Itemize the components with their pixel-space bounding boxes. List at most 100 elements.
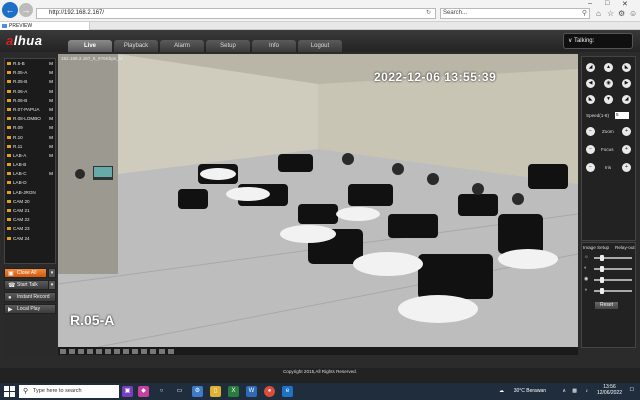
maximize-icon[interactable]: □	[605, 0, 609, 7]
focus-far-icon[interactable]: +	[622, 145, 631, 154]
menu-logout[interactable]: Logout	[298, 40, 342, 52]
weather-text[interactable]: 30°C Berawan	[514, 388, 546, 394]
favorites-icon[interactable]: ☆	[607, 9, 614, 18]
speed-select[interactable]: 5	[615, 112, 629, 119]
camera-list-item[interactable]: R.07-PAPUA M	[5, 105, 55, 114]
refresh-icon[interactable]: ↻	[426, 9, 431, 18]
browser-tab-preview[interactable]: PREVIEW	[0, 22, 90, 30]
talking-dropdown[interactable]: ∨ Talking:	[563, 33, 633, 49]
window-16-layout-icon[interactable]	[87, 348, 93, 354]
camera-list-item[interactable]: R.11 M	[5, 142, 55, 151]
notifications-icon[interactable]: ☐	[630, 387, 634, 393]
ptz-up-left-icon[interactable]: ◢	[586, 63, 595, 72]
contrast-slider[interactable]	[594, 266, 632, 272]
clock[interactable]: 13:56 12/06/2022	[597, 384, 622, 396]
close-all-button[interactable]: ▣ Close All	[4, 268, 47, 278]
saturation-slider[interactable]	[594, 277, 632, 283]
settings-gear-icon[interactable]: ⚙	[618, 9, 625, 18]
zoom-in-icon[interactable]: +	[622, 127, 631, 136]
contrast-slider-knob[interactable]	[600, 266, 604, 272]
hue-slider[interactable]	[594, 288, 632, 294]
chrome-icon[interactable]: ●	[264, 386, 275, 397]
reset-button[interactable]: Reset	[594, 301, 619, 310]
camera-list-item[interactable]: LAB-C M	[5, 169, 55, 178]
weather-icon[interactable]: ☁	[499, 388, 504, 394]
start-talk-dropdown[interactable]: ▾	[48, 280, 56, 290]
local-play-button[interactable]: ▶ Local Play	[4, 304, 56, 314]
menu-playback[interactable]: Playback	[114, 40, 158, 52]
iris-close-icon[interactable]: −	[586, 163, 595, 172]
windows-start-icon[interactable]	[4, 386, 15, 397]
menu-info[interactable]: Info	[252, 40, 296, 52]
volume-icon[interactable]: ♪	[586, 388, 589, 394]
settings-app-icon[interactable]: ⚙	[192, 386, 203, 397]
smiley-icon[interactable]: ☺	[629, 9, 637, 18]
camera-list-item[interactable]: CAM 21	[5, 206, 55, 215]
camera-list-item[interactable]: LAB-D	[5, 178, 55, 187]
record-toggle-icon[interactable]	[132, 348, 138, 354]
camera-list-item[interactable]: CAM 20	[5, 197, 55, 206]
camera-list-item[interactable]: R.5-B M	[5, 59, 55, 68]
ptz-down-icon[interactable]: ▼	[604, 95, 613, 104]
camera-list-item[interactable]: R.06-B M	[5, 96, 55, 105]
iris-open-icon[interactable]: +	[622, 163, 631, 172]
window-9-layout-icon[interactable]	[78, 348, 84, 354]
zoom-out-icon[interactable]: −	[586, 127, 595, 136]
brightness-slider[interactable]	[594, 255, 632, 261]
audio-icon[interactable]	[150, 348, 156, 354]
camera-list-item[interactable]: LAB-JRGN	[5, 188, 55, 197]
window-25-layout-icon[interactable]	[96, 348, 102, 354]
internet-explorer-icon[interactable]: e	[282, 386, 293, 397]
minimize-icon[interactable]: –	[588, 0, 592, 7]
menu-setup[interactable]: Setup	[206, 40, 250, 52]
browser-search-input[interactable]: Search... ⚲	[440, 8, 590, 19]
widgets-icon[interactable]: ▣	[122, 386, 133, 397]
stream-type-icon[interactable]	[159, 348, 165, 354]
task-view-icon[interactable]: ▭	[174, 386, 185, 397]
camera-list-item[interactable]: LAB-B	[5, 160, 55, 169]
chat-icon[interactable]: ◆	[138, 386, 149, 397]
camera-list-item[interactable]: R.09 M	[5, 123, 55, 132]
live-video-view[interactable]: 192.168.2.167_6_976Kbps_M 2022-12-06 13:…	[58, 54, 578, 347]
image-setup-tab[interactable]: Image Setup	[583, 245, 609, 250]
camera-list-item[interactable]: CAM 24	[5, 234, 55, 243]
ptz-down-left-icon[interactable]: ◣	[586, 95, 595, 104]
zoom-icon[interactable]	[141, 348, 147, 354]
file-explorer-icon[interactable]: ▯	[210, 386, 221, 397]
window-1-layout-icon[interactable]	[60, 348, 66, 354]
camera-list-item[interactable]: LAB-A M	[5, 151, 55, 160]
back-button[interactable]: ←	[2, 2, 18, 18]
close-all-dropdown[interactable]: ▾	[48, 268, 56, 278]
window-36-layout-icon[interactable]	[105, 348, 111, 354]
cortana-icon[interactable]: ○	[156, 386, 167, 397]
word-icon[interactable]: W	[246, 386, 257, 397]
taskbar-search-input[interactable]: ⚲ Type here to search	[19, 385, 119, 398]
camera-list-item[interactable]: R.08-LOMBO M	[5, 114, 55, 123]
search-icon[interactable]: ⚲	[582, 9, 587, 18]
address-bar[interactable]: http://192.168.2.167/ ↻	[36, 8, 436, 19]
excel-icon[interactable]: X	[228, 386, 239, 397]
close-icon[interactable]: ✕	[622, 0, 628, 8]
menu-alarm[interactable]: Alarm	[160, 40, 204, 52]
camera-list[interactable]: R.5-B M R.05-A M R.05-B M R.06-A M R.06-B M R.07-P…	[4, 58, 56, 264]
camera-list-item[interactable]: CAM 22	[5, 215, 55, 224]
brightness-slider-knob[interactable]	[600, 255, 604, 261]
camera-list-item[interactable]: R.06-A M	[5, 87, 55, 96]
window-4-layout-icon[interactable]	[69, 348, 75, 354]
aspect-ratio-icon[interactable]	[168, 348, 174, 354]
ptz-right-icon[interactable]: ▶	[622, 79, 631, 88]
snapshot-icon[interactable]	[123, 348, 129, 354]
tray-overflow-icon[interactable]: ∧	[562, 388, 566, 394]
network-icon[interactable]: ▩	[572, 388, 577, 394]
relay-out-tab[interactable]: Relay-out	[615, 245, 635, 250]
camera-list-item[interactable]: R.05-A M	[5, 68, 55, 77]
ptz-left-icon[interactable]: ◀	[586, 79, 595, 88]
menu-live[interactable]: Live	[68, 40, 112, 52]
saturation-slider-knob[interactable]	[600, 277, 604, 283]
hue-slider-knob[interactable]	[600, 288, 604, 294]
fullscreen-icon[interactable]	[114, 348, 120, 354]
camera-list-item[interactable]: CAM 23	[5, 224, 55, 233]
ptz-up-icon[interactable]: ▲	[604, 63, 613, 72]
home-icon[interactable]: ⌂	[596, 9, 601, 18]
ptz-down-right-icon[interactable]: ◢	[622, 95, 631, 104]
